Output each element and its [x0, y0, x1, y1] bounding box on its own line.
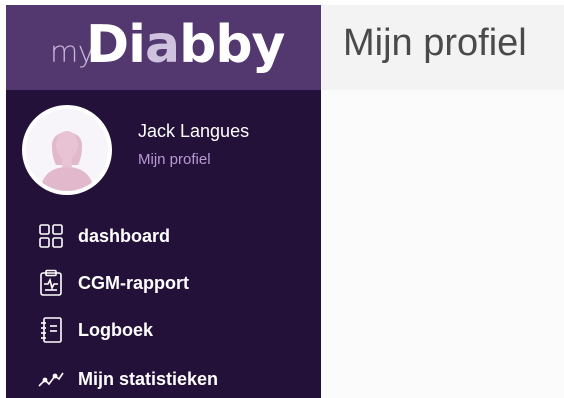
profile-link[interactable]: Mijn profiel — [138, 151, 211, 168]
logo-word-end: bby — [179, 15, 285, 75]
user-name: Jack Langues — [138, 121, 250, 141]
app-window: my Diabby Jack Langues Mijn profiel dash… — [6, 5, 564, 398]
sidebar-item-label: CGM-rapport — [78, 272, 189, 293]
sidebar-item-label: Mijn statistieken — [78, 368, 219, 389]
mydiabby-logo[interactable]: my Diabby — [40, 13, 300, 85]
page-title: Mijn profiel — [343, 22, 527, 64]
sidebar-item-cgm-rapport[interactable]: CGM-rapport — [36, 268, 316, 298]
user-profile-card: Jack Langues Mijn profiel — [22, 105, 317, 200]
user-silhouette-icon — [26, 109, 108, 191]
notebook-icon — [36, 315, 66, 345]
logo-word-highlight: a — [145, 15, 180, 75]
avatar[interactable] — [22, 105, 112, 195]
logo-bar: my Diabby — [6, 5, 321, 90]
page-header: Mijn profiel — [321, 5, 564, 90]
logo-word: Diabby — [86, 15, 285, 75]
sidebar-item-label: Logboek — [78, 319, 153, 340]
sidebar: my Diabby Jack Langues Mijn profiel dash… — [6, 5, 321, 398]
logo-word-start: Di — [86, 15, 146, 75]
sidebar-item-mijn-statistieken[interactable]: Mijn statistieken — [36, 364, 316, 394]
trend-line-icon — [36, 364, 66, 394]
main-content: Mijn profiel — [321, 5, 564, 398]
sidebar-item-label: dashboard — [78, 225, 171, 246]
sidebar-item-dashboard[interactable]: dashboard — [36, 221, 316, 251]
clipboard-chart-icon — [36, 268, 66, 298]
sidebar-item-logboek[interactable]: Logboek — [36, 315, 316, 345]
dashboard-grid-icon — [36, 221, 66, 251]
